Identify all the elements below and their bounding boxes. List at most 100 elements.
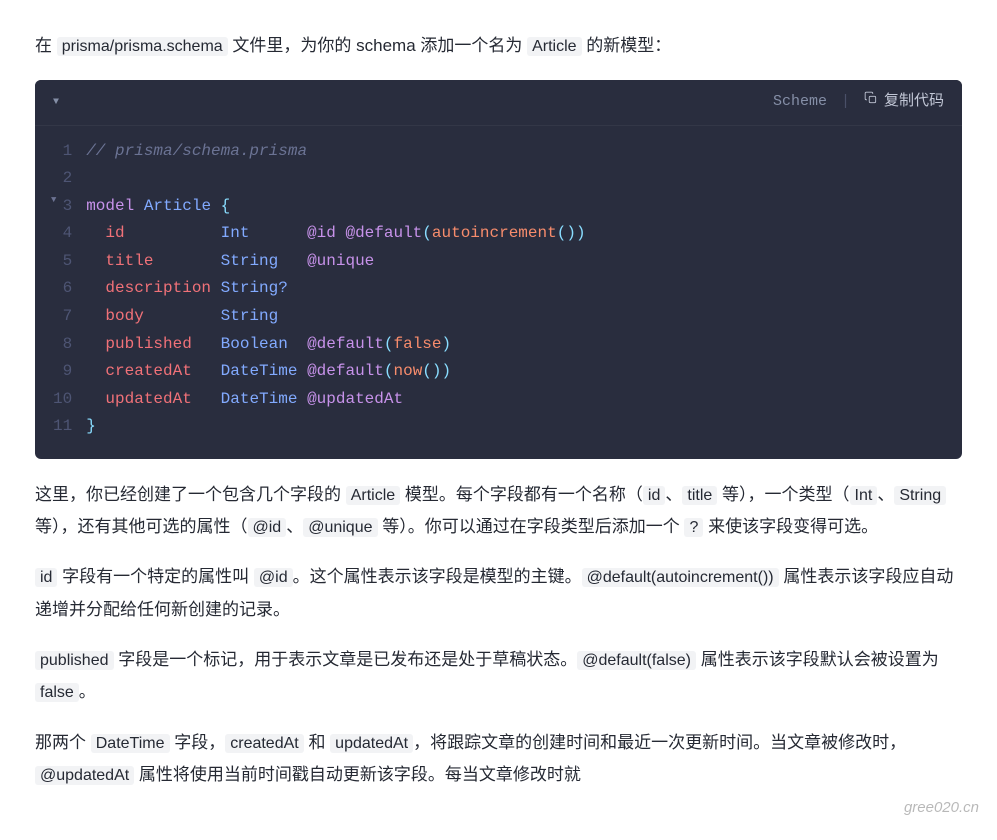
text: 来使该字段变得可选。: [703, 517, 878, 536]
inline-code: DateTime: [91, 734, 170, 753]
code-token-field: createdAt: [105, 362, 191, 380]
inline-code: @id: [248, 518, 287, 537]
code-token-attr: @unique: [307, 252, 374, 270]
text: 、: [877, 485, 894, 504]
text: ，将跟踪文章的创建时间和最近一次更新时间。当文章被修改时，: [413, 733, 906, 752]
inline-code: @updatedAt: [35, 766, 134, 785]
watermark: gree020.cn: [904, 794, 979, 823]
copy-icon: [864, 88, 878, 117]
text: 等）。你可以通过在字段类型后添加一个: [378, 517, 685, 536]
text: 属性表示该字段默认会被设置为: [696, 650, 939, 669]
code-token-type: Article: [144, 197, 211, 215]
text: 字段，: [170, 733, 226, 752]
code-token-attr: @id: [307, 224, 336, 242]
code-token-punct: (: [557, 224, 567, 242]
inline-code: @id: [254, 568, 293, 587]
inline-code: Article: [346, 486, 400, 505]
line-number: 10: [53, 386, 72, 414]
inline-code: createdAt: [225, 734, 303, 753]
text: 等），一个类型（: [717, 485, 849, 504]
code-token-punct: ): [442, 362, 452, 380]
line-number: 5: [53, 248, 72, 276]
text: 和: [304, 733, 330, 752]
text: 属性将使用当前时间戳自动更新该字段。每当文章修改时就: [134, 765, 581, 784]
language-label: Scheme: [773, 88, 827, 117]
text: 那两个: [35, 733, 91, 752]
code-header-left: ▼: [53, 93, 59, 112]
inline-code: id: [35, 568, 57, 587]
code-token-punct: ): [432, 362, 442, 380]
text: 的新模型：: [582, 36, 672, 55]
code-token-attr: @default: [345, 224, 422, 242]
code-token-func: now: [393, 362, 422, 380]
copy-button[interactable]: 复制代码: [864, 88, 944, 117]
inline-code: @unique: [303, 518, 377, 537]
code-token-type: String: [221, 252, 279, 270]
inline-code: Int: [850, 486, 878, 505]
text: 等），还有其他可选的属性（: [35, 517, 248, 536]
text: 、: [665, 485, 682, 504]
code-token-type: Boolean: [221, 335, 288, 353]
code-token-punct: ): [566, 224, 576, 242]
code-token-type: DateTime: [221, 362, 298, 380]
chevron-down-icon[interactable]: ▼: [53, 93, 59, 112]
line-number: 6: [53, 275, 72, 303]
code-token-type: DateTime: [221, 390, 298, 408]
code-token-field: body: [105, 307, 143, 325]
code-token-keyword: model: [86, 197, 134, 215]
inline-code: false: [35, 683, 79, 702]
code-token-punct: ): [442, 335, 452, 353]
text: 字段有一个特定的属性叫: [57, 567, 253, 586]
id-field-paragraph: id 字段有一个特定的属性叫 @id。这个属性表示该字段是模型的主键。@defa…: [35, 561, 962, 626]
line-number: 7: [53, 303, 72, 331]
code-header: ▼ Scheme | 复制代码: [35, 80, 962, 126]
code-token-type: String: [221, 307, 279, 325]
inline-code: Article: [527, 37, 581, 56]
published-field-paragraph: published 字段是一个标记，用于表示文章是已发布还是处于草稿状态。@de…: [35, 644, 962, 709]
line-numbers: 1 2 ▼3 4 5 6 7 8 9 10 11: [35, 138, 86, 441]
text: 。: [79, 682, 96, 701]
line-number: 4: [53, 220, 72, 248]
inline-code: id: [643, 486, 665, 505]
code-token-type: String?: [221, 279, 288, 297]
code-token-field: published: [105, 335, 191, 353]
inline-code: title: [682, 486, 717, 505]
datetime-fields-paragraph: 那两个 DateTime 字段，createdAt 和 updatedAt，将跟…: [35, 727, 962, 792]
code-token-field: updatedAt: [105, 390, 191, 408]
code-token-punct: }: [86, 417, 96, 435]
text: 在: [35, 36, 57, 55]
line-number: ▼3: [53, 193, 72, 221]
code-token-bool: false: [393, 335, 441, 353]
text: 文件里，为你的 schema 添加一个名为: [228, 36, 527, 55]
code-token-punct: (: [422, 224, 432, 242]
code-token-field: id: [105, 224, 124, 242]
divider: |: [841, 88, 850, 117]
inline-code: @default(false): [577, 651, 696, 670]
line-number: 8: [53, 331, 72, 359]
inline-code: prisma/prisma.schema: [57, 37, 228, 56]
inline-code: ?: [684, 518, 703, 537]
code-token-comment: // prisma/schema.prisma: [86, 142, 307, 160]
explanation-paragraph: 这里，你已经创建了一个包含几个字段的 Article 模型。每个字段都有一个名称…: [35, 479, 962, 544]
code-content[interactable]: // prisma/schema.prisma model Article { …: [86, 138, 962, 441]
code-token-attr: @default: [307, 362, 384, 380]
copy-label: 复制代码: [884, 88, 944, 117]
code-token-field: title: [105, 252, 153, 270]
text: 。这个属性表示该字段是模型的主键。: [293, 567, 582, 586]
inline-code: String: [894, 486, 946, 505]
line-number: 9: [53, 358, 72, 386]
code-token-type: Int: [221, 224, 250, 242]
inline-code: updatedAt: [330, 734, 413, 753]
code-block: ▼ Scheme | 复制代码 1 2 ▼3 4 5 6 7 8 9 10 11: [35, 80, 962, 458]
code-token-attr: @updatedAt: [307, 390, 403, 408]
fold-icon[interactable]: ▼: [51, 193, 56, 208]
line-number: 2: [53, 165, 72, 193]
intro-paragraph: 在 prisma/prisma.schema 文件里，为你的 schema 添加…: [35, 30, 962, 62]
code-token-punct: {: [221, 197, 231, 215]
code-token-punct: ): [576, 224, 586, 242]
text: 模型。每个字段都有一个名称（: [400, 485, 643, 504]
line-number: 11: [53, 413, 72, 441]
text: 、: [286, 517, 303, 536]
text: 字段是一个标记，用于表示文章是已发布还是处于草稿状态。: [114, 650, 578, 669]
code-header-right: Scheme | 复制代码: [773, 88, 944, 117]
